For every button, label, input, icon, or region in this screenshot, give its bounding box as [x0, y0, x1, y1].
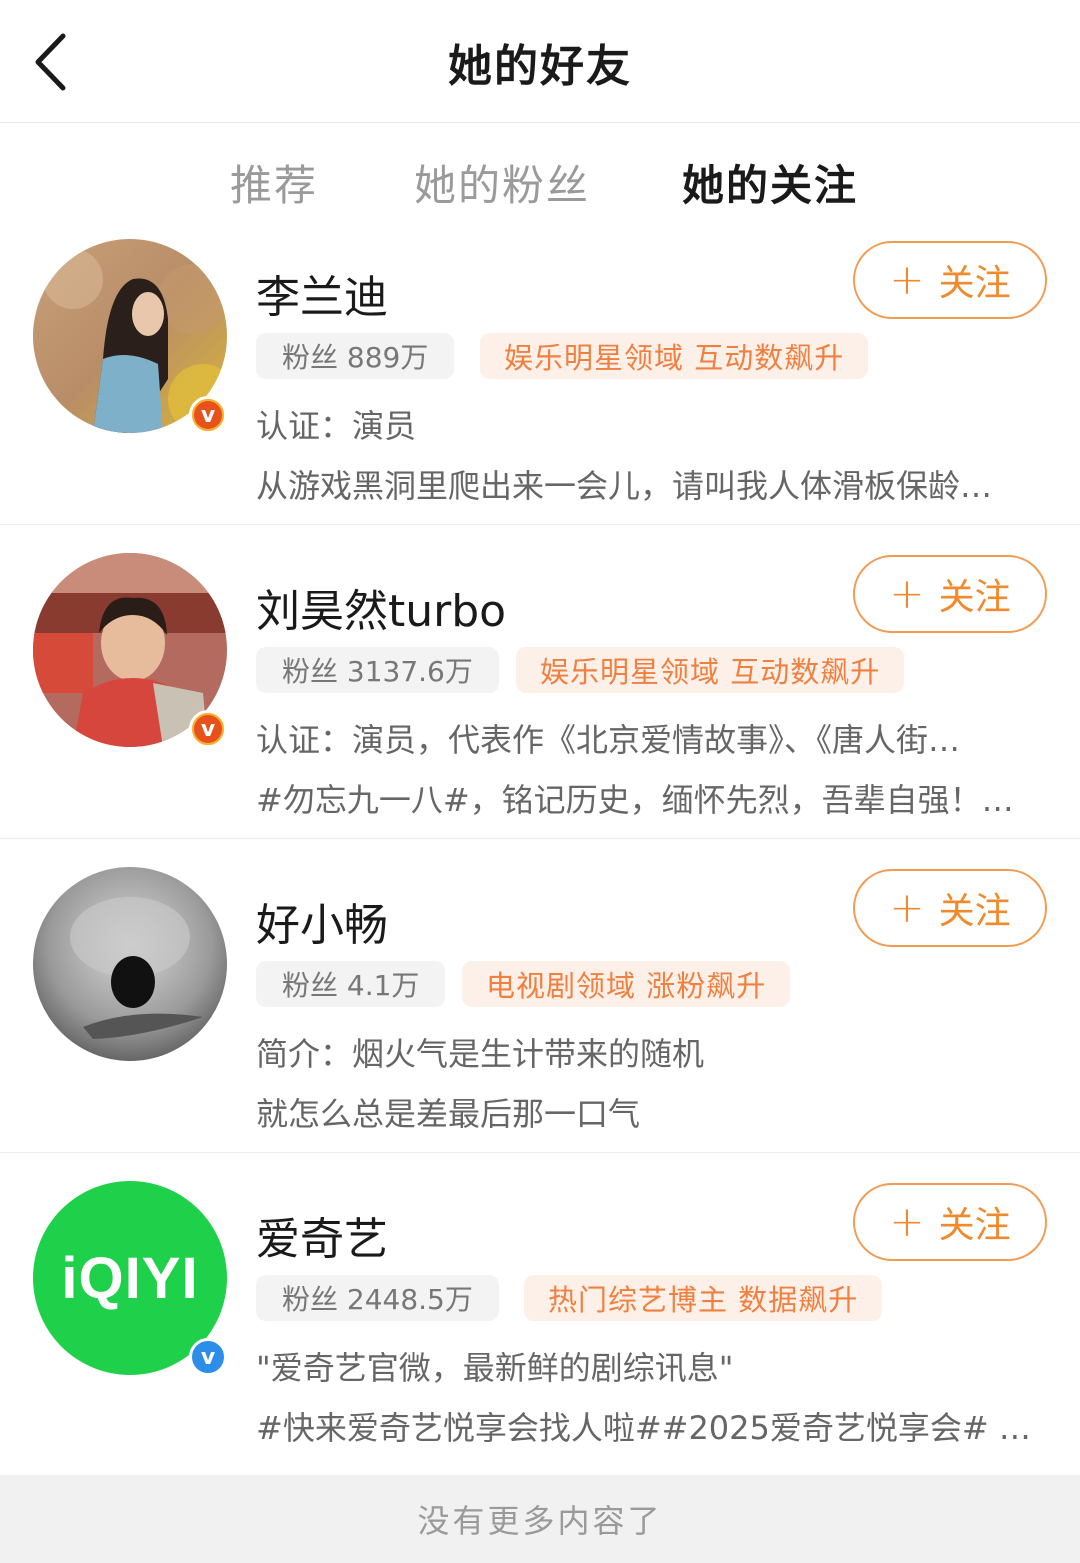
tab-her-following[interactable]: 她的关注 [682, 152, 858, 213]
user-name[interactable]: 爱奇艺 [256, 1203, 388, 1267]
domain-tag: 电视剧领域 涨粉飙升 [462, 961, 791, 1007]
latest-post-text: 就怎么总是差最后那一口气 [256, 1095, 641, 1133]
verification-text: 认证：演员 [256, 407, 417, 445]
fans-count: 粉丝 3137.6万 [256, 647, 499, 693]
page-title: 她的好友 [448, 41, 632, 92]
plus-icon: + [889, 569, 925, 618]
follow-button[interactable]: + 关注 [853, 1183, 1047, 1261]
iqiyi-logo: iQIYI [61, 1245, 199, 1311]
list-item[interactable]: v 刘昊然turbo + 关注 粉丝 3137.6万 娱乐明星领域 互动数飙升 … [0, 525, 1080, 839]
domain-tag: 热门综艺博主 数据飙升 [524, 1275, 883, 1321]
list-item[interactable]: 好小畅 + 关注 粉丝 4.1万 电视剧领域 涨粉飙升 简介：烟火气是生计带来的… [0, 839, 1080, 1153]
latest-post-text: #快来爱奇艺悦享会找人啦##2025爱奇艺悦享会# … [256, 1409, 1031, 1447]
verified-blue-v-icon: v [189, 1338, 227, 1376]
avatar[interactable] [33, 867, 227, 1061]
verification-text: 认证：演员，代表作《北京爱情故事》、《唐人街… [256, 721, 961, 759]
user-name[interactable]: 李兰迪 [256, 261, 388, 325]
bio-text: 简介：烟火气是生计带来的随机 [256, 1035, 705, 1073]
domain-tag: 娱乐明星领域 互动数飙升 [516, 647, 905, 693]
follow-label: 关注 [938, 577, 1011, 618]
bio-text: "爱奇艺官微，最新鲜的剧综讯息" [256, 1349, 734, 1387]
footer-text: 没有更多内容了 [417, 1502, 663, 1540]
follow-button[interactable]: + 关注 [853, 869, 1047, 947]
follow-label: 关注 [938, 263, 1011, 304]
fans-count: 粉丝 4.1万 [256, 961, 446, 1007]
end-of-list-footer: 没有更多内容了 [0, 1475, 1080, 1563]
fans-count: 粉丝 2448.5万 [256, 1275, 499, 1321]
plus-icon: + [889, 255, 925, 304]
follow-button[interactable]: + 关注 [853, 555, 1047, 633]
follow-button[interactable]: + 关注 [853, 241, 1047, 319]
plus-icon: + [889, 883, 925, 932]
user-name[interactable]: 好小畅 [256, 889, 388, 953]
latest-post-text: #勿忘九一八#，铭记历史，缅怀先烈，吾辈自强！… [256, 781, 1014, 819]
verified-gold-v-icon: v [189, 396, 227, 434]
list-item[interactable]: iQIYI v 爱奇艺 + 关注 粉丝 2448.5万 热门综艺博主 数据飙升 … [0, 1153, 1080, 1475]
follow-label: 关注 [938, 891, 1011, 932]
header: 她的好友 [0, 0, 1080, 123]
page: 她的好友 推荐 她的粉丝 她的关注 v 李兰迪 + 关注 粉丝 889万 娱乐明… [0, 0, 1080, 1563]
latest-post-text: 从游戏黑洞里爬出来一会儿，请叫我人体滑板保龄… [256, 467, 993, 505]
list-item[interactable]: v 李兰迪 + 关注 粉丝 889万 娱乐明星领域 互动数飙升 认证：演员 从游… [0, 211, 1080, 525]
verified-gold-v-icon: v [189, 710, 227, 748]
plus-icon: + [889, 1197, 925, 1246]
user-name[interactable]: 刘昊然turbo [256, 575, 506, 639]
domain-tag: 娱乐明星领域 互动数飙升 [480, 333, 869, 379]
tab-her-fans[interactable]: 她的粉丝 [414, 152, 590, 213]
tab-recommended[interactable]: 推荐 [230, 152, 318, 213]
follow-label: 关注 [938, 1205, 1011, 1246]
fans-count: 粉丝 889万 [256, 333, 455, 379]
